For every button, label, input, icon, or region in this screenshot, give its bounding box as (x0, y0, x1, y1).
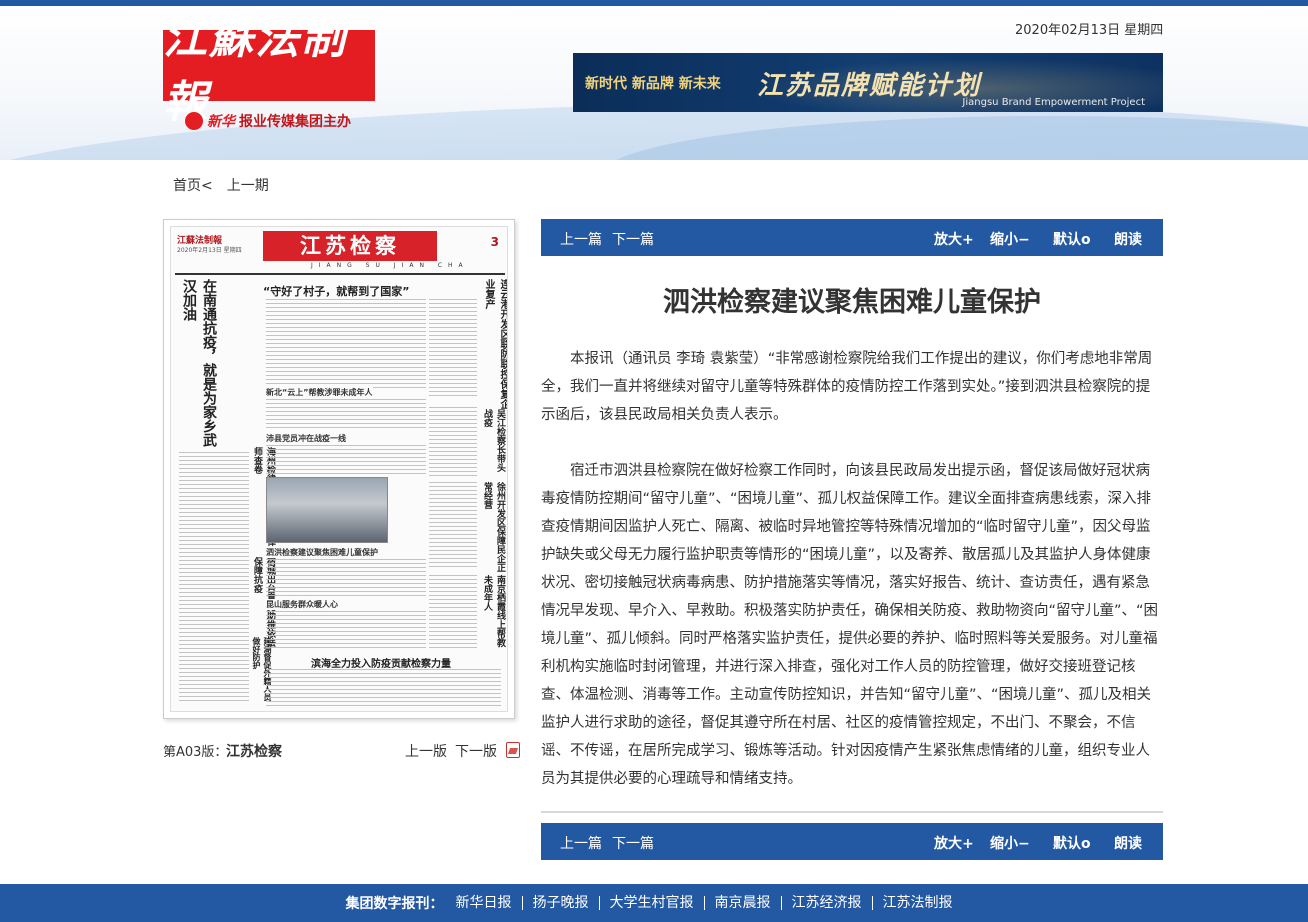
footer-link-village-official[interactable]: 大学生村官报 (598, 896, 704, 910)
page-mini-date: 2020年2月13日 星期四 (177, 247, 242, 254)
footer-link-nanjing-morning[interactable]: 南京晨报 (703, 896, 781, 910)
article-body: 本报讯（通讯员 李琦 袁紫莹）“非常感谢检察院给我们工作提出的建议，你们考虑地非… (541, 345, 1163, 821)
prev-page-link[interactable]: 上一版 (405, 741, 447, 761)
page-name: 江苏检察 (226, 744, 282, 760)
zoom-out-button[interactable]: 缩小− (990, 833, 1030, 853)
read-aloud-button[interactable]: 朗读 (1114, 229, 1142, 249)
article-divider (541, 811, 1163, 813)
page-number: 3 (490, 235, 499, 249)
footer-link-yangtse-evening[interactable]: 扬子晚报 (521, 896, 599, 910)
site-footer: 集团数字报刊： 新华日报 扬子晚报 大学生村官报 南京晨报 江苏经济报 江苏法制… (0, 884, 1308, 922)
current-date: 2020年02月13日 星期四 (1015, 23, 1164, 38)
xinhua-logo-icon (185, 112, 203, 130)
newspaper-page-thumbnail[interactable]: 江蘇法制報 2020年2月13日 星期四 江苏检察 JIANG SU JIAN … (163, 219, 515, 719)
prev-article-link[interactable]: 上一篇 (560, 833, 602, 853)
page-subheadline[interactable]: 沛县党员冲在战疫一线 (266, 433, 346, 444)
default-size-button[interactable]: 默认o (1053, 833, 1091, 853)
newspaper-page: 江蘇法制報 2020年2月13日 星期四 江苏检察 JIANG SU JIAN … (170, 226, 508, 712)
page-text-column (266, 445, 426, 475)
page-subheadline[interactable]: 泗洪检察建议聚焦困难儿童保护 (266, 547, 378, 558)
page-text-column (179, 452, 249, 702)
page-lead-headline[interactable]: “守好了村子，就帮到了国家” (263, 283, 409, 299)
brand-banner[interactable]: 新时代 新品牌 新未来 江苏品牌赋能计划 Jiangsu Brand Empow… (573, 53, 1163, 112)
article-toolbar-top: 上一篇 下一篇 放大+ 缩小− 默认o 朗读 (541, 219, 1163, 256)
page-text-column (429, 575, 477, 650)
page-vertical-headline[interactable]: 连云港开发区联防联控保复企业复产 (481, 279, 507, 409)
page-text-column (429, 407, 477, 477)
prev-article-link[interactable]: 上一篇 (560, 229, 602, 249)
article-paragraph: 本报讯（通讯员 李琦 袁紫莹）“非常感谢检察院给我们工作提出的建议，你们考虑地非… (541, 351, 1153, 423)
next-article-link[interactable]: 下一篇 (612, 833, 654, 853)
sponsor-text: 报业传媒集团主办 (239, 114, 351, 130)
page-text-column (266, 669, 501, 707)
article-title: 泗洪检察建议聚焦困难儿童保护 (663, 287, 1041, 318)
footer-link-jiangsu-economy[interactable]: 江苏经济报 (780, 896, 872, 910)
page-text-column (429, 482, 477, 567)
page-bottom-headline[interactable]: 滨海全力投入防疫贡献检察力量 (311, 655, 451, 670)
page-text-column (266, 611, 426, 651)
breadcrumb-prev-issue-link[interactable]: 上一期 (227, 175, 269, 195)
site-logo[interactable]: 江蘇法制報 (163, 13, 375, 128)
footer-link-xinhua-daily[interactable]: 新华日报 (452, 896, 522, 910)
page-vertical-headline[interactable]: 在南通抗疫，就是为家乡武汉加油 (179, 279, 219, 449)
banner-subtitle: Jiangsu Brand Empowerment Project (962, 97, 1145, 108)
zoom-out-button[interactable]: 缩小− (990, 229, 1030, 249)
footer-link-jiangsu-legal[interactable]: 江苏法制报 (871, 896, 963, 910)
breadcrumb: 首页< 上一期 (173, 175, 269, 195)
page-vertical-headline[interactable]: 徐州开发区保障民企正常经营 (481, 482, 507, 572)
page-vertical-headline[interactable]: 南京栖霞线上帮教未成年人 (481, 575, 507, 650)
zoom-in-button[interactable]: 放大+ (934, 229, 974, 249)
sponsor-line: 新华 报业传媒集团主办 (185, 111, 351, 131)
page-text-column (266, 399, 426, 429)
page-section-title: 江苏检察 (263, 231, 437, 261)
page-photo (266, 477, 388, 543)
banner-slogan: 新时代 新品牌 新未来 (585, 76, 721, 92)
article-toolbar-bottom: 上一篇 下一篇 放大+ 缩小− 默认o 朗读 (541, 823, 1163, 860)
read-aloud-button[interactable]: 朗读 (1114, 833, 1142, 853)
page-text-column (429, 299, 477, 399)
default-size-button[interactable]: 默认o (1053, 229, 1091, 249)
zoom-in-button[interactable]: 放大+ (934, 833, 974, 853)
footer-label: 集团数字报刊： (345, 896, 444, 912)
article-paragraph: 宿迁市泗洪县检察院在做好检察工作同时，向该县民政局发出提示函，督促该局做好冠状病… (541, 463, 1159, 787)
page-label: 第A03版： (163, 745, 228, 760)
breadcrumb-home-link[interactable]: 首页< (173, 175, 213, 195)
page-subheadline[interactable]: 昆山服务群众暖人心 (266, 599, 338, 610)
page-text-column (266, 299, 426, 389)
next-page-link[interactable]: 下一版 (455, 741, 497, 761)
pdf-icon[interactable] (506, 742, 520, 758)
sponsor-brand: 新华 (207, 114, 235, 130)
banner-title: 江苏品牌赋能计划 (757, 71, 982, 101)
page-vertical-headline[interactable]: 吴江检察长带头战疫 (481, 409, 507, 479)
page-text-column (266, 559, 426, 597)
page-subheadline[interactable]: 新北“云上”帮教涉罪未成年人 (266, 387, 373, 398)
next-article-link[interactable]: 下一篇 (612, 229, 654, 249)
page-section-pinyin: JIANG SU JIAN CHA (311, 262, 469, 269)
